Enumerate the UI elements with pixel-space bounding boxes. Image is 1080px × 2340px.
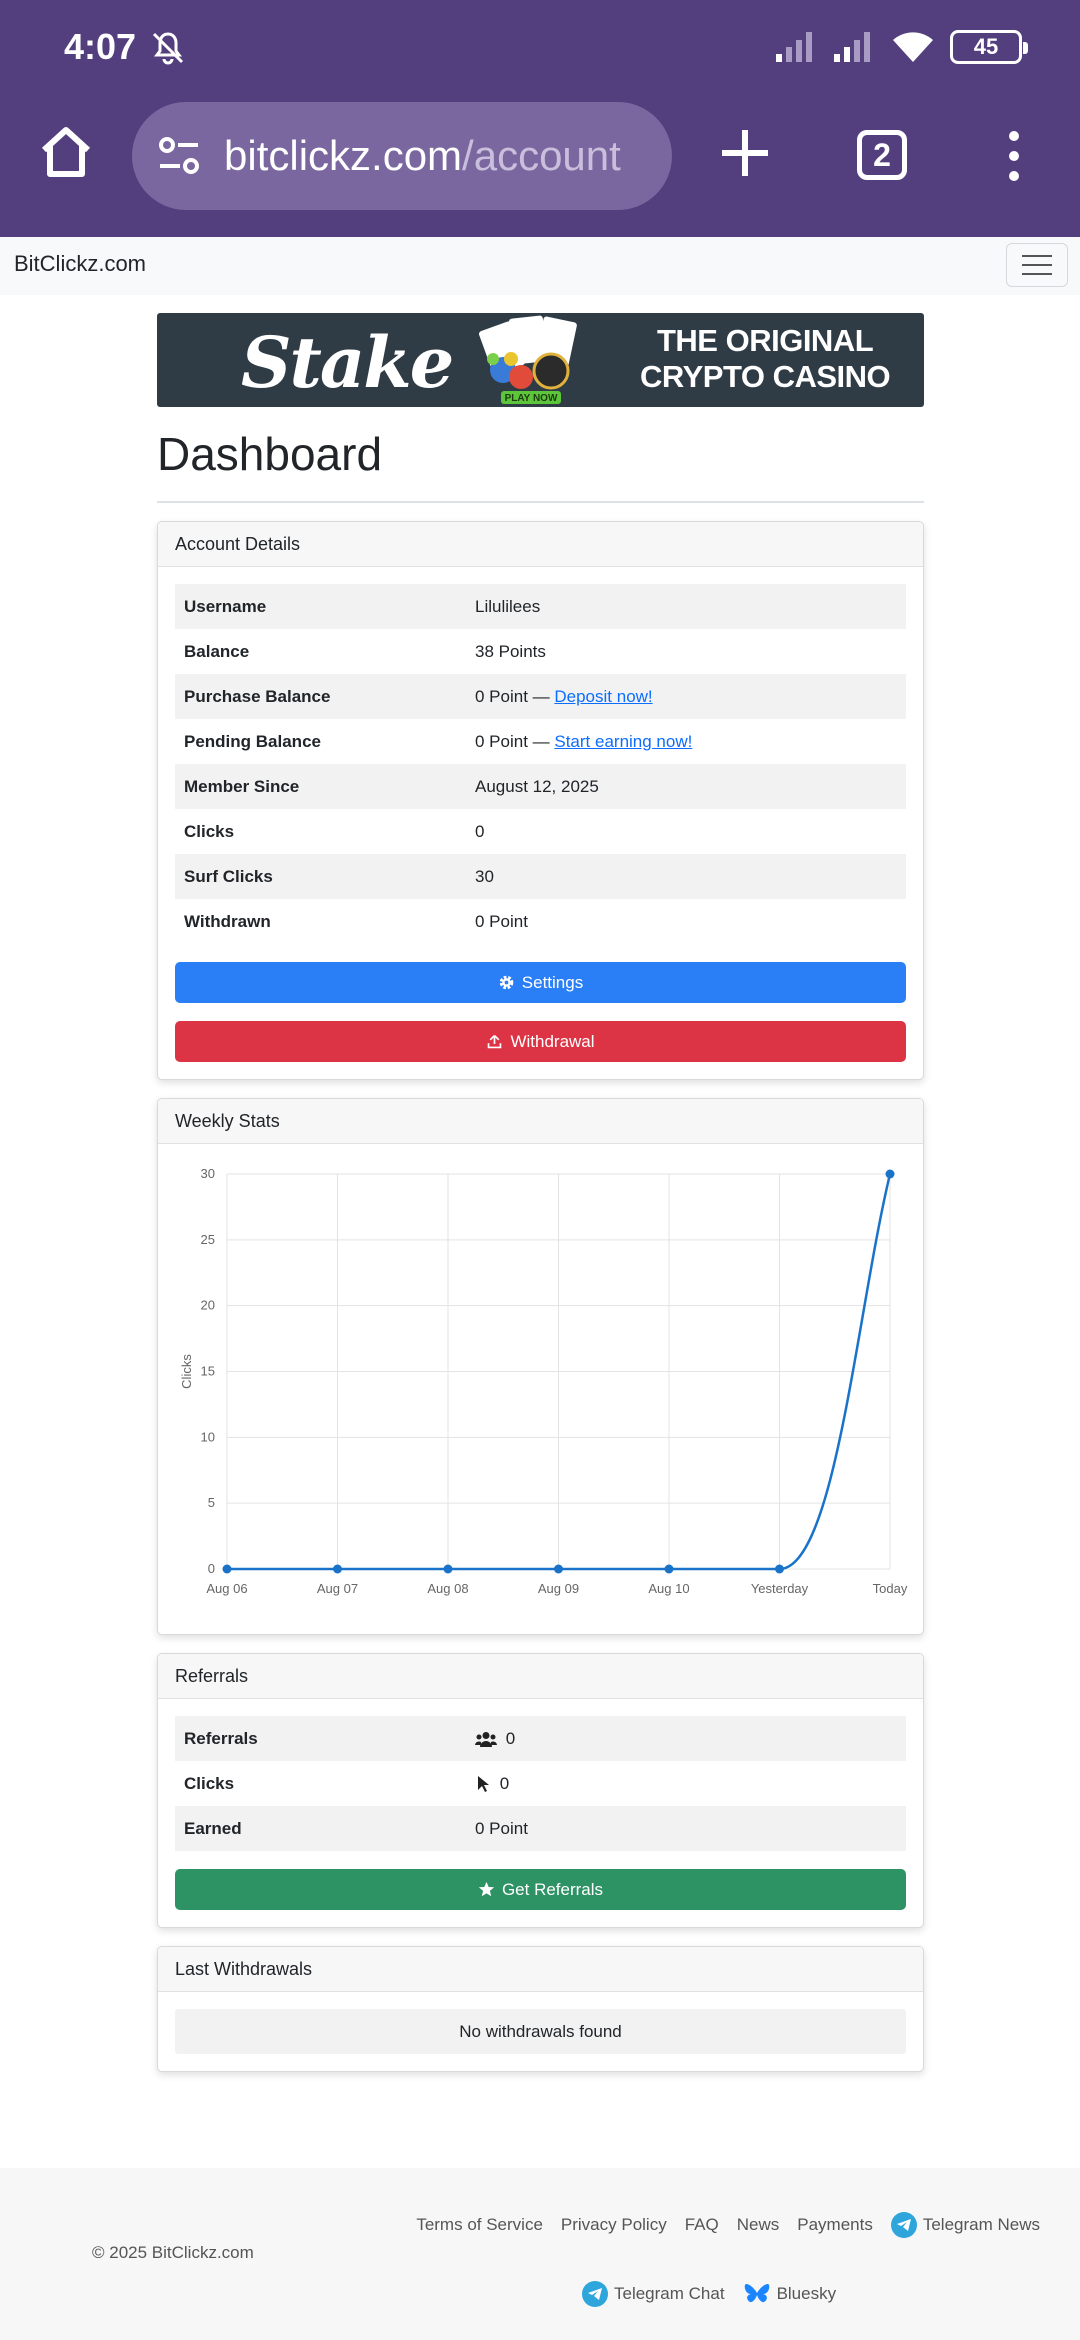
get-referrals-button[interactable]: Get Referrals — [175, 1869, 906, 1910]
table-row: Withdrawn 0 Point — [184, 911, 528, 931]
banner-play-label: PLAY NOW — [505, 393, 558, 404]
upload-icon — [488, 1034, 502, 1049]
y-axis-label: Clicks — [179, 1354, 194, 1389]
table-row: Clicks 0 — [184, 821, 485, 841]
signal-icon — [776, 32, 812, 62]
no-withdrawals-message: No withdrawals found — [175, 2009, 906, 2054]
y-tick-label: 5 — [208, 1495, 215, 1510]
card-header: Last Withdrawals — [158, 1947, 923, 1992]
signal-icon-2 — [834, 32, 870, 62]
chart-svg: 0 5 10 15 20 25 30 Aug 06 Aug 07 Aug 08 Aug 09 Aug … — [179, 1166, 908, 1596]
referrals-table: Referrals 0 Clicks 0 Earned 0 Point — [175, 1716, 906, 1851]
y-tick-label: 0 — [208, 1561, 215, 1576]
y-tick-label: 15 — [201, 1364, 215, 1379]
card-header: Account Details — [158, 522, 923, 567]
bluesky-link[interactable]: Bluesky — [743, 2282, 836, 2306]
users-icon — [475, 1731, 497, 1747]
x-tick-label: Aug 10 — [648, 1581, 689, 1596]
home-icon[interactable] — [36, 122, 96, 182]
privacy-link[interactable]: Privacy Policy — [561, 2215, 667, 2235]
y-tick-label: 10 — [201, 1429, 215, 1444]
table-row: Balance 38 Points — [184, 641, 546, 661]
table-row: Referrals 0 — [175, 1716, 906, 1761]
title-divider — [157, 501, 924, 503]
data-point — [333, 1564, 342, 1574]
url-text[interactable]: bitclickz.com/account — [224, 132, 621, 180]
url-bar[interactable]: bitclickz.com/account — [132, 102, 672, 210]
weekly-stats-card: Weekly Stats 0 5 10 15 20 25 30 Aug 06 Aug 07 Aug… — [157, 1098, 924, 1635]
footer-social-links: Telegram Chat Bluesky — [582, 2281, 836, 2307]
cards-chips-graphic: PLAY NOW — [479, 315, 577, 404]
weekly-clicks-chart: 0 5 10 15 20 25 30 Aug 06 Aug 07 Aug 08 Aug 09 Aug … — [175, 1154, 908, 1624]
table-row: Purchase Balance 0 Point — Deposit now! — [175, 674, 906, 719]
faq-link[interactable]: FAQ — [685, 2215, 719, 2235]
x-tick-label: Yesterday — [751, 1581, 809, 1596]
x-tick-label: Aug 08 — [427, 1581, 468, 1596]
table-row: Username Lilulilees — [175, 584, 906, 629]
banner-logo: Stake — [241, 321, 454, 404]
y-tick-label: 30 — [201, 1166, 215, 1181]
site-footer: © 2025 BitClickz.com Terms of Service Pr… — [0, 2168, 1080, 2340]
telegram-chat-link[interactable]: Telegram Chat — [582, 2281, 725, 2307]
hamburger-icon — [1022, 255, 1052, 257]
banner-tagline: THE ORIGINAL CRYPTO CASINO — [640, 323, 891, 394]
site-settings-icon[interactable] — [156, 133, 202, 179]
table-row: Earned 0 Point — [175, 1806, 906, 1851]
vibrate-off-icon — [152, 32, 184, 65]
footer-links: Terms of Service Privacy Policy FAQ News… — [416, 2212, 1040, 2238]
withdrawal-button[interactable]: Withdrawal — [175, 1021, 906, 1062]
data-point — [664, 1564, 674, 1574]
status-time: 4:07 — [64, 26, 137, 67]
bluesky-butterfly-icon — [744, 2283, 769, 2303]
more-menu-icon[interactable] — [1000, 128, 1028, 184]
data-point — [222, 1564, 232, 1574]
card-header: Weekly Stats — [158, 1099, 923, 1144]
terms-link[interactable]: Terms of Service — [416, 2215, 543, 2235]
browser-chrome: 4:07 45 bitclickz.com/account 2 — [0, 0, 1080, 237]
card-header: Referrals — [158, 1654, 923, 1699]
page-title: Dashboard — [157, 428, 383, 480]
y-tick-label: 25 — [201, 1232, 215, 1247]
x-tick-label: Today — [873, 1581, 908, 1596]
site-navbar: BitClickz.com — [0, 237, 1080, 295]
x-tick-label: Aug 07 — [317, 1581, 358, 1596]
account-details-card: Account Details Username Lilulilees Balan… — [157, 521, 924, 1080]
y-tick-label: 20 — [201, 1298, 215, 1313]
table-row: Member Since August 12, 2025 — [175, 764, 906, 809]
new-tab-icon[interactable] — [718, 126, 772, 180]
battery-indicator: 45 — [950, 30, 1028, 64]
cursor-icon — [478, 1776, 489, 1793]
telegram-icon — [890, 2212, 917, 2238]
start-earning-link[interactable]: Start earning now! — [554, 732, 692, 751]
table-row: Clicks 0 — [184, 1773, 510, 1793]
news-link[interactable]: News — [737, 2215, 780, 2235]
x-tick-label: Aug 09 — [538, 1581, 579, 1596]
data-point — [554, 1564, 563, 1574]
deposit-link[interactable]: Deposit now! — [554, 687, 652, 706]
site-brand[interactable]: BitClickz.com — [14, 251, 146, 277]
navbar-toggle-button[interactable] — [1006, 243, 1068, 287]
data-point — [775, 1564, 784, 1574]
table-row: Surf Clicks 30 — [175, 854, 906, 899]
data-point — [443, 1564, 453, 1574]
wifi-icon — [893, 32, 933, 62]
payments-link[interactable]: Payments — [797, 2215, 873, 2235]
data-point — [885, 1169, 895, 1179]
star-icon — [478, 1881, 495, 1897]
copyright: © 2025 BitClickz.com — [92, 2243, 254, 2262]
account-details-table: Username Lilulilees Balance 38 Points Purc… — [175, 584, 906, 944]
table-row: Pending Balance 0 Point — Start earning n… — [184, 731, 693, 751]
referrals-card: Referrals Referrals 0 Clicks 0 Earned 0 … — [157, 1653, 924, 1928]
x-tick-label: Aug 06 — [206, 1581, 247, 1596]
main-content: Stake PLAY NOW THE ORIGINAL CRYPTO CASIN… — [157, 313, 924, 2072]
telegram-icon — [582, 2281, 608, 2307]
gear-icon — [499, 975, 514, 990]
last-withdrawals-card: Last Withdrawals No withdrawals found — [157, 1946, 924, 2072]
tab-switcher-button[interactable]: 2 — [857, 130, 907, 180]
settings-button[interactable]: Settings — [175, 962, 906, 1003]
stake-banner-ad[interactable]: Stake PLAY NOW THE ORIGINAL CRYPTO CASIN… — [157, 313, 924, 407]
telegram-news-link[interactable]: Telegram News — [890, 2212, 1040, 2238]
